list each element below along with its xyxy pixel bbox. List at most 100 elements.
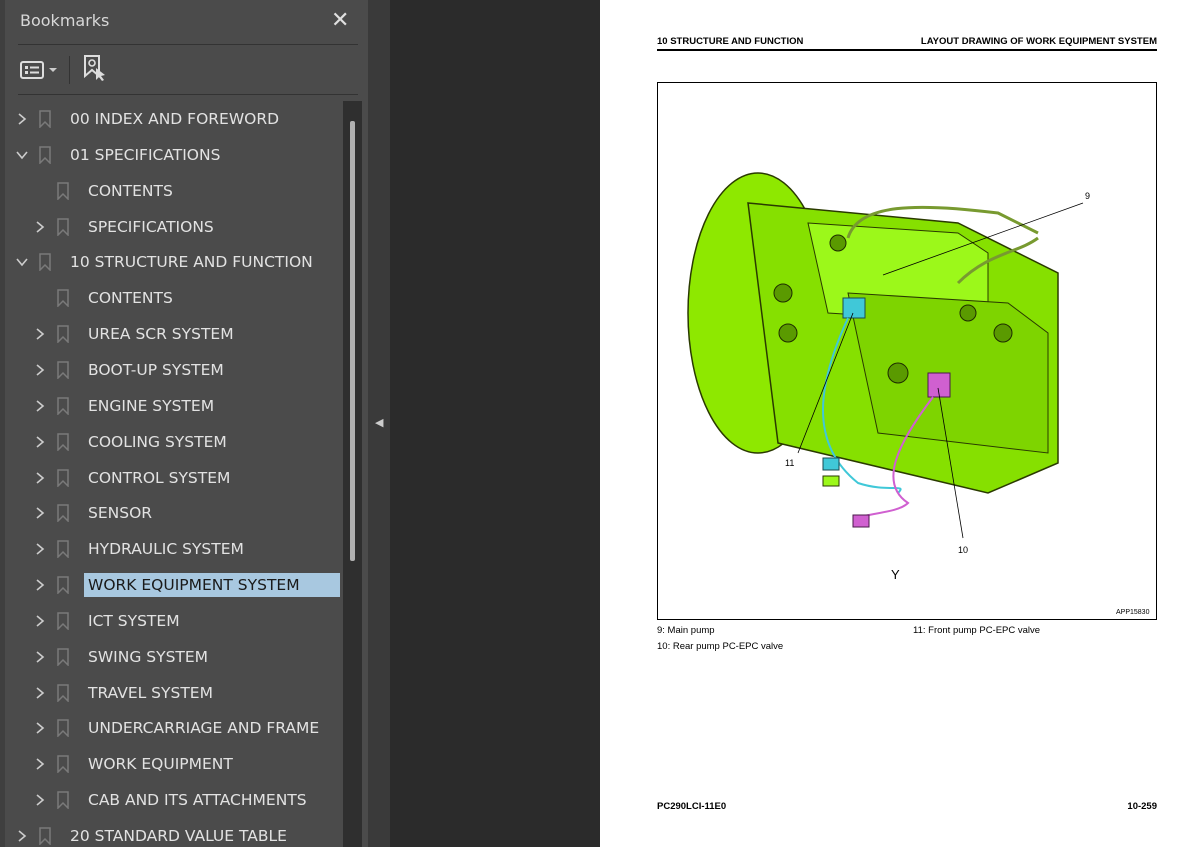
collapse-panel-icon[interactable]: ◀ [375,416,383,429]
close-icon[interactable]: ✕ [331,8,349,33]
chevron-down-icon[interactable] [16,149,28,161]
chevron-right-icon[interactable] [16,113,28,125]
find-bookmark-icon[interactable] [82,54,108,86]
bookmark-label: COOLING SYSTEM [88,432,227,451]
bookmark-icon [57,361,69,380]
header-rule [657,49,1157,51]
bookmark-icon [57,432,69,452]
scrollbar[interactable] [343,101,362,847]
callout-10: 10 [958,545,968,555]
chevron-right-icon[interactable] [34,328,46,340]
list-options-icon[interactable] [20,61,59,79]
bookmark-label: SENSOR [88,504,153,523]
bookmark-item[interactable]: TRAVEL SYSTEM [0,676,340,710]
chevron-right-icon[interactable] [34,400,46,412]
bookmark-item[interactable]: 00 INDEX AND FOREWORD [0,102,340,136]
bookmark-label: ICT SYSTEM [88,611,180,630]
caption-10: 10: Rear pump PC-EPC valve [657,641,784,652]
bookmark-label: UNDERCARRIAGE AND FRAME [88,719,320,738]
bookmark-label: WORK EQUIPMENT SYSTEM [84,573,340,598]
chevron-down-icon[interactable] [16,256,28,268]
chevron-right-icon[interactable] [34,507,46,519]
bookmark-icon [57,325,69,344]
bookmark-tree: 00 INDEX AND FOREWORD 01 SPECIFICATIONS CO… [0,101,340,847]
bookmark-icon [57,648,69,667]
bookmark-item[interactable]: SWING SYSTEM [0,640,340,674]
bookmark-item[interactable]: BOOT-UP SYSTEM [0,353,340,387]
chevron-right-icon[interactable] [34,686,46,699]
figure-id: APP15830 [1116,609,1150,616]
bookmark-icon [39,146,51,165]
bookmark-icon [39,110,51,129]
main-pump-illustration: 9 10 11 Y APP15830 [687,172,1150,616]
caption-9: 9: Main pump [657,625,715,636]
bookmark-item[interactable]: ENGINE SYSTEM [0,389,340,423]
bookmark-label: 00 INDEX AND FOREWORD [70,110,280,128]
chevron-right-icon[interactable] [34,615,46,627]
caption-11: 11: Front pump PC-EPC valve [913,625,1041,636]
page-header-left: 10 STRUCTURE AND FUNCTION [657,36,804,47]
bookmark-icon [57,755,69,775]
page-header-right: LAYOUT DRAWING OF WORK EQUIPMENT SYSTEM [920,36,1157,47]
chevron-right-icon[interactable] [34,722,46,735]
bookmark-icon [57,612,69,631]
footer-page-number: 10-259 [1127,801,1157,812]
bookmark-label: TRAVEL SYSTEM [88,683,213,702]
bookmark-icon [39,827,51,846]
callout-11: 11 [785,458,794,468]
chevron-right-icon[interactable] [34,651,46,663]
bookmark-label: UREA SCR SYSTEM [88,325,234,344]
divider [18,44,358,45]
bookmark-item[interactable]: CONTENTS [0,281,340,315]
bookmark-icon [57,468,69,488]
bookmark-label: 01 SPECIFICATIONS [70,145,221,164]
bookmark-item[interactable]: UREA SCR SYSTEM [0,317,340,351]
bookmark-item[interactable]: WORK EQUIPMENT SYSTEM [0,568,340,602]
bookmark-item[interactable]: WORK EQUIPMENT [0,747,340,781]
bookmark-label: CONTROL SYSTEM [88,468,231,487]
bookmark-item[interactable]: 10 STRUCTURE AND FUNCTION [0,245,340,279]
bookmark-icon [57,576,69,595]
bookmark-item[interactable]: 20 STANDARD VALUE TABLE [0,819,340,847]
chevron-right-icon[interactable] [34,364,46,376]
chevron-right-icon[interactable] [34,543,46,555]
chevron-right-icon[interactable] [34,220,46,233]
bookmarks-toolbar [20,55,108,85]
bookmark-item[interactable]: CONTENTS [0,174,340,208]
scrollbar-thumb[interactable] [350,121,355,561]
divider [18,94,358,95]
chevron-right-icon[interactable] [16,830,28,842]
bookmark-label: 20 STANDARD VALUE TABLE [70,827,287,845]
bookmark-icon [57,791,69,810]
chevron-right-icon[interactable] [34,436,46,448]
panel-title: Bookmarks [20,11,110,30]
bookmark-icon [57,683,69,703]
bookmark-item[interactable]: UNDERCARRIAGE AND FRAME [0,711,340,745]
chevron-right-icon[interactable] [34,579,46,591]
bookmark-label: SPECIFICATIONS [88,217,214,236]
chevron-right-icon[interactable] [34,471,46,484]
bookmark-item[interactable]: CAB AND ITS ATTACHMENTS [0,783,340,817]
chevron-right-icon[interactable] [34,758,46,770]
footer-model: PC290LCI-11E0 [657,801,727,812]
bookmark-label: HYDRAULIC SYSTEM [88,540,244,559]
bookmark-label: WORK EQUIPMENT [88,755,233,774]
bookmark-icon [57,719,69,739]
bookmark-label: CONTENTS [88,289,173,308]
bookmark-item[interactable]: COOLING SYSTEM [0,425,340,459]
view-label: Y [891,567,900,582]
bookmark-item[interactable]: CONTROL SYSTEM [0,461,340,495]
bookmark-item[interactable]: SENSOR [0,496,340,530]
bookmark-label: 10 STRUCTURE AND FUNCTION [70,253,313,272]
bookmark-item[interactable]: SPECIFICATIONS [0,210,340,244]
bookmark-icon [57,181,69,201]
bookmark-item[interactable]: HYDRAULIC SYSTEM [0,532,340,566]
bookmark-item[interactable]: ICT SYSTEM [0,604,340,638]
bookmark-label: CAB AND ITS ATTACHMENTS [88,791,307,810]
bookmark-item[interactable]: 01 SPECIFICATIONS [0,138,340,172]
bookmark-icon [57,504,69,524]
panel-splitter[interactable]: ◀ [368,0,390,847]
chevron-right-icon[interactable] [34,794,46,806]
bookmark-label: BOOT-UP SYSTEM [88,360,224,379]
callout-9: 9 [1085,191,1090,201]
